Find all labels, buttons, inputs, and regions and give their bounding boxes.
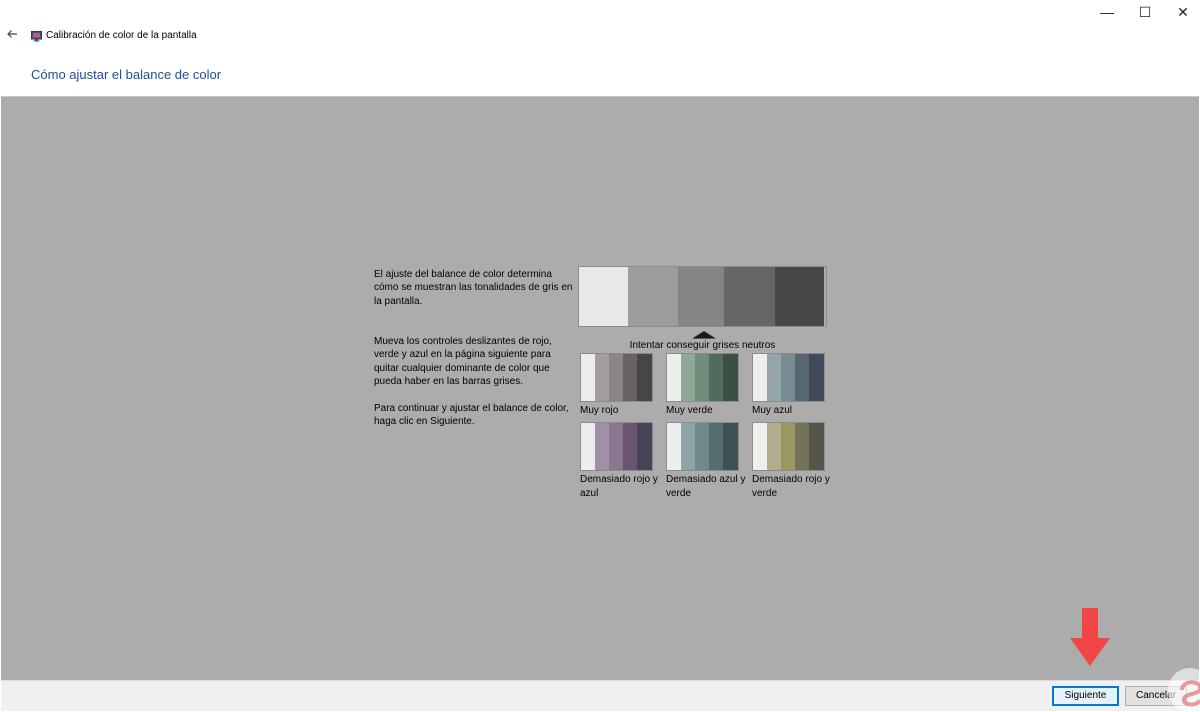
- page-title: Cómo ajustar el balance de color: [31, 67, 222, 82]
- pointer-triangle-icon: [693, 331, 715, 338]
- gray-bar: [775, 267, 824, 326]
- footer-bar: [1, 680, 1199, 711]
- swatch-stripe: [595, 423, 609, 470]
- minimize-button[interactable]: —: [1088, 2, 1126, 22]
- swatch-stripe: [623, 354, 637, 401]
- swatch-stripe: [795, 423, 809, 470]
- swatch-stripe: [723, 423, 738, 470]
- color-cast-swatch: [580, 353, 653, 402]
- gray-bar: [628, 267, 678, 326]
- swatch-label: Demasiado rojo y verde: [752, 474, 830, 499]
- gray-bar: [724, 267, 775, 326]
- swatch-stripe: [723, 354, 738, 401]
- color-cast-swatch: [580, 422, 653, 471]
- continue-instructions-text: Para continuar y ajustar el balance de c…: [374, 403, 569, 428]
- color-cast-swatch: [666, 422, 739, 471]
- swatch-stripe: [709, 423, 723, 470]
- watermark-logo-icon: [1168, 668, 1200, 712]
- gray-bar: [678, 267, 724, 326]
- swatch-stripe: [767, 354, 781, 401]
- swatch-stripe: [795, 354, 809, 401]
- neutral-gray-caption: Intentar conseguir grises neutros: [629, 340, 776, 351]
- swatch-label: Muy verde: [666, 405, 713, 416]
- window-title: Calibración de color de la pantalla: [46, 30, 197, 41]
- swatch-stripe: [581, 354, 595, 401]
- swatch-stripe: [695, 354, 709, 401]
- color-cast-swatch: [666, 353, 739, 402]
- swatch-stripe: [637, 423, 652, 470]
- swatch-stripe: [623, 423, 637, 470]
- swatch-stripe: [753, 354, 767, 401]
- swatch-stripe: [681, 354, 695, 401]
- back-arrow-icon-glyph: [7, 30, 17, 38]
- swatch-label: Muy azul: [752, 405, 793, 416]
- swatch-stripe: [581, 423, 595, 470]
- swatch-stripe: [753, 423, 767, 470]
- swatch-stripe: [667, 354, 681, 401]
- swatch-stripe: [709, 354, 723, 401]
- close-button[interactable]: ✕: [1164, 2, 1200, 22]
- swatch-stripe: [767, 423, 781, 470]
- neutral-gray-bars: [578, 266, 827, 327]
- swatch-stripe: [681, 423, 695, 470]
- red-arrow-annotation-icon: [1070, 608, 1110, 666]
- display-calibration-icon: [31, 29, 42, 42]
- swatch-stripe: [609, 423, 623, 470]
- swatch-stripe: [781, 354, 795, 401]
- maximize-button[interactable]: ☐: [1126, 2, 1164, 22]
- swatch-stripe: [781, 423, 795, 470]
- swatch-stripe: [809, 423, 824, 470]
- swatch-stripe: [695, 423, 709, 470]
- color-cast-swatch: [752, 422, 825, 471]
- gray-bar: [579, 267, 628, 326]
- swatch-stripe: [667, 423, 681, 470]
- swatch-stripe: [609, 354, 623, 401]
- swatch-label: Muy rojo: [580, 405, 619, 416]
- swatch-stripe: [637, 354, 652, 401]
- swatch-label: Demasiado azul y verde: [666, 474, 746, 499]
- swatch-label: Demasiado rojo y azul: [580, 474, 658, 499]
- color-cast-swatch: [752, 353, 825, 402]
- next-button[interactable]: Siguiente: [1052, 686, 1119, 706]
- swatch-stripe: [809, 354, 824, 401]
- swatch-stripe: [595, 354, 609, 401]
- back-arrow-icon[interactable]: [3, 26, 21, 44]
- intro-text: El ajuste del balance de color determina…: [374, 269, 573, 307]
- slider-instructions-text: Mueva los controles deslizantes de rojo,…: [374, 336, 552, 387]
